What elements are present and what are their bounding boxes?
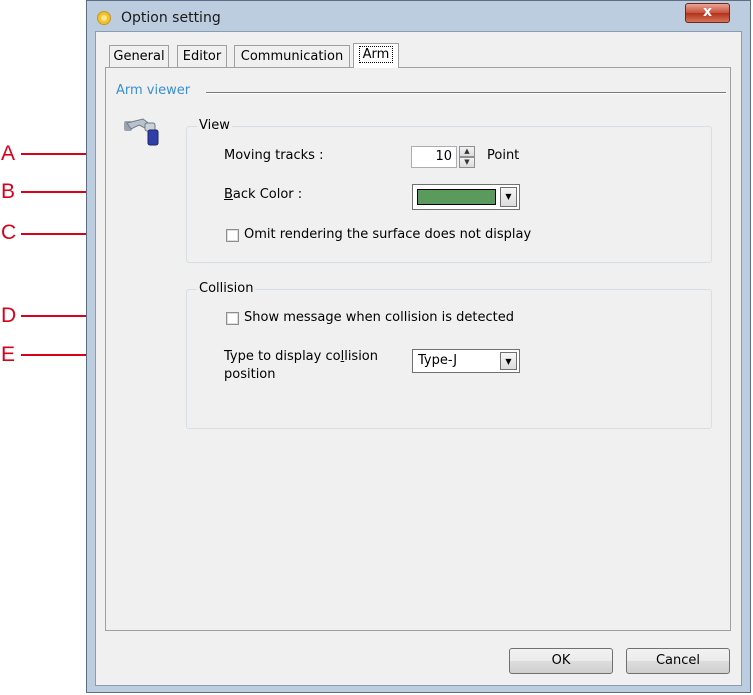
ok-button[interactable]: OK (509, 648, 613, 674)
tab-editor[interactable]: Editor (177, 45, 227, 67)
collision-group-title: Collision (197, 281, 256, 296)
chevron-down-icon[interactable]: ▼ (500, 352, 517, 370)
omit-rendering-label: Omit rendering the surface does not disp… (244, 227, 532, 242)
tab-arm[interactable]: Arm (353, 43, 399, 68)
tab-editor-label: Editor (182, 49, 222, 64)
collision-type-label: Type to display collision position (224, 348, 378, 384)
back-color-select[interactable]: ▼ (412, 184, 520, 210)
show-collision-message-checkbox[interactable] (226, 312, 239, 325)
callout-d: D (1, 304, 17, 327)
collision-type-label-a: Type to display co (224, 349, 341, 364)
callout-b: B (1, 180, 16, 203)
moving-tracks-unit: Point (487, 148, 520, 163)
tab-arm-label: Arm (358, 46, 394, 63)
dialog-client-area: General Editor Communication Arm Arm vie… (95, 31, 742, 686)
moving-tracks-label: Moving tracks : (224, 148, 324, 163)
tab-communication[interactable]: Communication (234, 45, 350, 67)
close-button[interactable]: x (685, 3, 730, 23)
arm-viewer-divider (206, 92, 726, 94)
callout-c: C (1, 221, 17, 244)
app-icon (97, 11, 111, 25)
window-title: Option setting (121, 10, 221, 26)
robot-arm-icon (124, 118, 159, 146)
back-color-swatch (417, 189, 496, 205)
collision-type-label-line2: position (224, 367, 276, 382)
option-setting-window: Option setting x General Editor Communic… (86, 0, 751, 693)
callout-a: A (1, 142, 16, 165)
show-collision-message-label: Show message when collision is detected (244, 310, 515, 325)
tab-general[interactable]: General (109, 45, 169, 67)
stepper-up-icon[interactable]: ▲ (459, 146, 475, 157)
collision-type-select[interactable]: Type-J ▼ (412, 349, 520, 373)
stepper-down-icon[interactable]: ▼ (459, 157, 475, 168)
back-color-label: Back Color : (224, 187, 302, 202)
back-color-accel: B (224, 187, 233, 202)
arm-viewer-heading: Arm viewer (116, 83, 191, 98)
moving-tracks-input[interactable]: 10 (411, 146, 457, 168)
title-bar[interactable]: Option setting x (87, 1, 750, 35)
collision-type-label-b: lision (344, 349, 379, 364)
view-group-title: View (197, 118, 232, 133)
chevron-down-icon[interactable]: ▼ (500, 187, 517, 207)
tab-general-label: General (113, 49, 165, 64)
tab-communication-label: Communication (240, 49, 344, 64)
collision-type-value: Type-J (418, 353, 458, 368)
back-color-label-text: ack Color : (232, 187, 303, 202)
callout-e: E (1, 343, 16, 366)
moving-tracks-stepper[interactable]: ▲ ▼ (459, 146, 475, 168)
cancel-button[interactable]: Cancel (626, 648, 730, 674)
arm-tab-panel: Arm viewer View Moving tracks : 10 ▲ ▼ P… (105, 67, 731, 631)
omit-rendering-checkbox[interactable] (226, 229, 239, 242)
